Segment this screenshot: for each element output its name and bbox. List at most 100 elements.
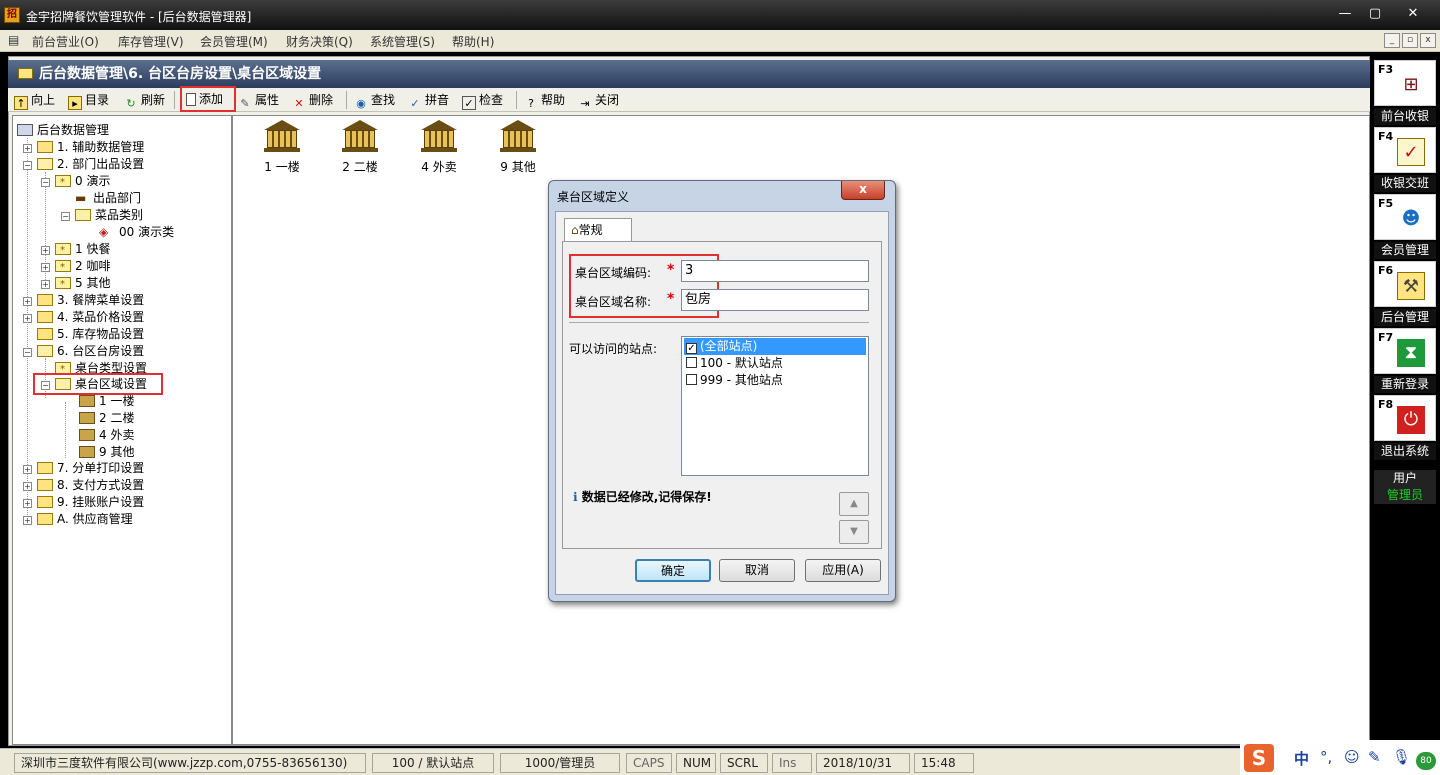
expand-toggle[interactable]: + (23, 482, 32, 491)
tree-item-fastfood[interactable]: 1 快餐 (55, 241, 110, 259)
tree-item-supplier[interactable]: A. 供应商管理 (37, 511, 133, 528)
tree-item-credit[interactable]: 9. 挂账账户设置 (37, 494, 144, 511)
mic-icon[interactable]: 🎙 (1392, 748, 1411, 766)
directory-button[interactable]: ▸ 目录 (68, 90, 109, 110)
refresh-button[interactable]: ↻ 刷新 (124, 90, 165, 110)
pen-icon[interactable]: ✎ (1368, 748, 1381, 766)
tree-item-inventory[interactable]: 5. 库存物品设置 (37, 326, 144, 343)
tree-item-zone-4[interactable]: 4 外卖 (79, 427, 134, 444)
minimize-button[interactable]: — (1330, 5, 1360, 25)
tree-item-print[interactable]: 7. 分单打印设置 (37, 460, 144, 477)
move-up-button[interactable]: ▲ (839, 492, 869, 516)
tree-item-other[interactable]: 5 其他 (55, 275, 110, 293)
dock-f7-button[interactable]: F7 ⧗ (1374, 328, 1436, 374)
mdi-close-button[interactable]: x (1420, 33, 1436, 48)
tree-item-demo-category[interactable]: ◈ 00 演示类 (99, 224, 174, 241)
tree-item-aux-data[interactable]: 1. 辅助数据管理 (37, 139, 144, 156)
app-icon[interactable]: 招 (4, 7, 20, 23)
dock-f4-button[interactable]: F4 ✓ (1374, 127, 1436, 173)
tab-general[interactable]: ⌂常规 (564, 218, 632, 242)
expand-toggle[interactable]: + (23, 465, 32, 474)
menu-finance[interactable]: 财务决策(Q) (286, 33, 353, 50)
zone-item-2[interactable]: 2 二楼 (330, 120, 390, 175)
find-button[interactable]: ◉ 查找 (354, 90, 395, 110)
building-icon (342, 120, 378, 152)
emoji-icon[interactable]: ☺ (1344, 748, 1360, 766)
expand-toggle[interactable]: + (23, 314, 32, 323)
tree-item-zone-9[interactable]: 9 其他 (79, 444, 134, 461)
apply-button[interactable]: 应用(A) (805, 559, 881, 582)
menu-members[interactable]: 会员管理(M) (200, 33, 268, 50)
tree-item-output-dept[interactable]: ▬ 出品部门 (75, 190, 141, 207)
check-button[interactable]: ✓ 检查 (462, 90, 503, 110)
dock-f5-button[interactable]: F5 ☻ (1374, 194, 1436, 240)
checkbox[interactable] (686, 357, 697, 368)
maximize-button[interactable]: ▢ (1360, 5, 1390, 25)
ime-language[interactable]: 中 (1294, 748, 1309, 769)
tree-item-menu[interactable]: 3. 餐牌菜单设置 (37, 292, 144, 309)
collapse-toggle[interactable]: − (23, 161, 32, 170)
menu-inventory[interactable]: 库存管理(V) (118, 33, 184, 50)
site-item-999[interactable]: 999 - 其他站点 (684, 372, 866, 389)
dock-f6-label: 后台管理 (1374, 309, 1436, 326)
tree-item-payment[interactable]: 8. 支付方式设置 (37, 477, 144, 494)
delete-button[interactable]: ✕ 删除 (292, 90, 333, 110)
cancel-button[interactable]: 取消 (719, 559, 795, 582)
expand-toggle[interactable]: + (23, 144, 32, 153)
expand-toggle[interactable]: + (41, 263, 50, 272)
expand-toggle[interactable]: + (23, 297, 32, 306)
expand-toggle[interactable]: + (23, 499, 32, 508)
tree-item-price[interactable]: 4. 菜品价格设置 (37, 309, 144, 326)
zone-item-4[interactable]: 4 外卖 (409, 120, 469, 175)
help-button[interactable]: ? 帮助 (524, 90, 565, 110)
help-icon: ? (528, 97, 534, 110)
collapse-toggle[interactable]: − (61, 212, 70, 221)
collapse-toggle[interactable]: − (23, 348, 32, 357)
tree-item-table-area[interactable]: 6. 台区台房设置 (37, 343, 144, 360)
sites-list[interactable]: ✓ (全部站点) 100 - 默认站点 999 - 其他站点 (681, 336, 869, 476)
tree-item-demo[interactable]: 0 演示 (55, 173, 110, 191)
dialog-close-button[interactable]: x (841, 181, 885, 200)
ok-button[interactable]: 确定 (635, 559, 711, 582)
tree-item-dept-output[interactable]: 2. 部门出品设置 (37, 156, 144, 173)
expand-toggle[interactable]: + (41, 280, 50, 289)
tree-item-zone-1[interactable]: 1 一楼 (79, 393, 134, 410)
sogou-logo-icon[interactable]: S (1244, 744, 1274, 772)
dock-f6-button[interactable]: F6 ⚒ (1374, 261, 1436, 307)
dish-icon: ◈ (99, 225, 109, 239)
tree-item-coffee[interactable]: 2 咖啡 (55, 258, 110, 276)
dock-f3-button[interactable]: F3 ⊞ (1374, 60, 1436, 106)
zone-code-input[interactable]: 3 (681, 260, 869, 282)
close-button[interactable]: ✕ (1398, 5, 1428, 25)
zone-item-9[interactable]: 9 其他 (488, 120, 548, 175)
tree-item-table-zone[interactable]: 桌台区域设置 (55, 376, 147, 393)
checkbox[interactable] (686, 374, 697, 385)
collapse-toggle[interactable]: − (41, 178, 50, 187)
zone-name-input[interactable]: 包房 (681, 289, 869, 311)
checkbox-checked[interactable]: ✓ (686, 343, 697, 354)
tree-root[interactable]: 后台数据管理 (17, 122, 109, 139)
tree-item-dish-category[interactable]: 菜品类别 (75, 207, 143, 224)
move-down-button[interactable]: ▼ (839, 520, 869, 544)
expand-toggle[interactable]: + (41, 246, 50, 255)
add-button[interactable]: 添加 (180, 86, 236, 112)
expand-toggle[interactable]: + (23, 516, 32, 525)
close-view-button[interactable]: ⇥ 关闭 (578, 90, 619, 110)
tree-item-zone-2[interactable]: 2 二楼 (79, 410, 134, 427)
up-button[interactable]: ↑ 向上 (14, 90, 55, 110)
building-icon (500, 120, 536, 152)
folder-icon (37, 496, 53, 508)
dock-f8-button[interactable]: F8 ⏻ (1374, 395, 1436, 441)
menu-system[interactable]: 系统管理(S) (370, 33, 435, 50)
mdi-restore-button[interactable]: ▫ (1402, 33, 1418, 48)
zone-item-1[interactable]: 1 一楼 (252, 120, 312, 175)
mdi-minimize-button[interactable]: _ (1384, 33, 1400, 48)
collapse-toggle[interactable]: − (41, 381, 50, 390)
properties-button[interactable]: ✎ 属性 (238, 90, 279, 110)
site-item-all[interactable]: ✓ (全部站点) (684, 338, 866, 355)
menu-front-business[interactable]: 前台营业(O) (32, 33, 99, 50)
ime-punctuation-icon[interactable]: °, (1320, 748, 1332, 766)
pinyin-button[interactable]: ✓ 拼音 (408, 90, 449, 110)
menu-help[interactable]: 帮助(H) (452, 33, 494, 50)
site-item-100[interactable]: 100 - 默认站点 (684, 355, 866, 372)
